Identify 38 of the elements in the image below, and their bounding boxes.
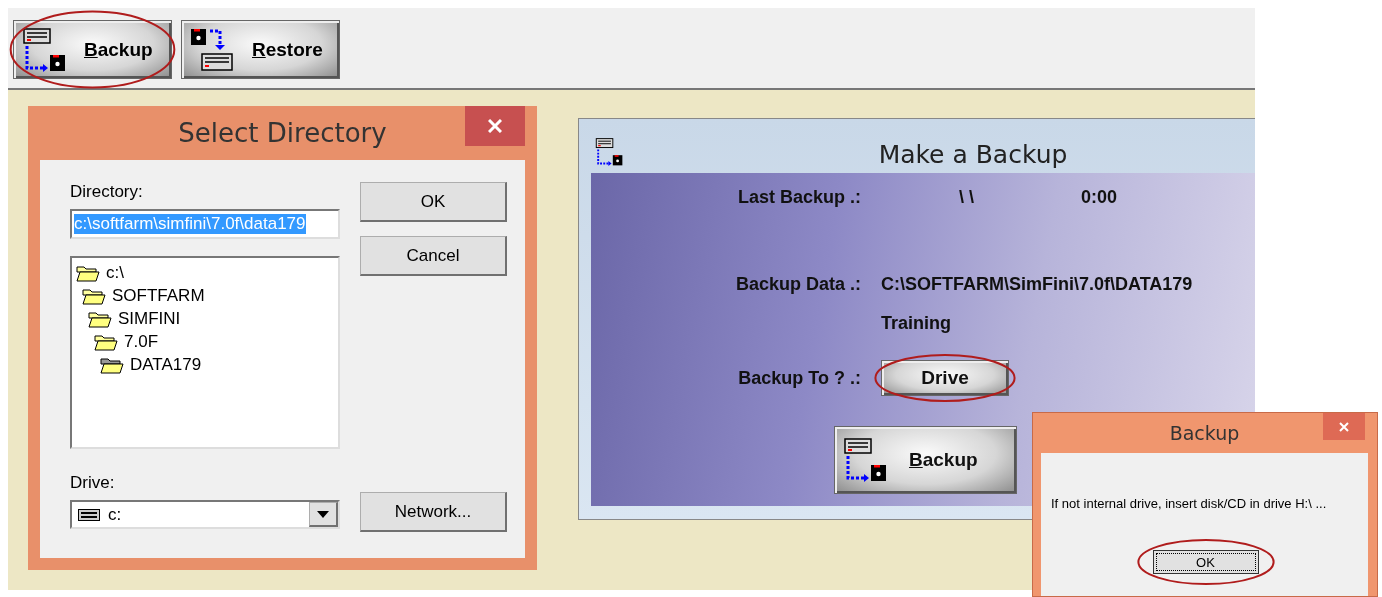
field-label: Backup To ? .:	[737, 367, 861, 389]
drive-icon	[78, 508, 100, 521]
backup-path: C:\SOFTFARM\SimFini\7.0f\DATA179	[880, 274, 1194, 295]
dialog-button[interactable]: OK	[360, 182, 507, 222]
drive-label: Drive:	[70, 473, 116, 493]
drive-to-disk-icon	[843, 437, 887, 482]
directory-label: Directory:	[70, 182, 144, 202]
field-label: Last Backup .:	[736, 186, 861, 208]
drive-value: c:	[108, 504, 122, 525]
last-backup-time: 0:00	[1080, 186, 1119, 208]
folder-name[interactable]: SIMFINI	[118, 308, 181, 329]
dialog-button[interactable]: Cancel	[360, 236, 507, 276]
field-label: Backup Data .:	[734, 274, 861, 295]
drive-to-disk-icon	[22, 27, 66, 72]
toolbar-button[interactable]: Backup	[13, 20, 172, 79]
backup-name: Training	[880, 313, 952, 334]
dialog-title: Select Directory	[177, 117, 388, 148]
message-text: If not internal drive, insert disk/CD in drive H:\ ...	[1051, 496, 1327, 511]
folder-name[interactable]: 7.0F	[124, 331, 159, 352]
close-button[interactable]	[1323, 413, 1365, 440]
window-title: Make a Backup	[877, 138, 1069, 169]
drive-to-disk-icon	[595, 138, 623, 166]
toolbar-button[interactable]: Restore	[181, 20, 340, 79]
folder-name[interactable]: SOFTFARM	[112, 285, 205, 306]
close-icon	[488, 119, 502, 133]
folder-name[interactable]: DATA179	[130, 354, 202, 375]
drive-button[interactable]: Drive	[881, 360, 1009, 396]
network-button[interactable]: Network...	[360, 492, 507, 532]
close-icon	[1339, 421, 1349, 432]
close-button[interactable]	[465, 106, 525, 146]
folder-name[interactable]: c:\	[106, 262, 124, 283]
drive-dropdown[interactable]: c:	[70, 500, 340, 529]
last-backup-date: \ \	[958, 186, 975, 208]
backup-button[interactable]: Backup	[834, 425, 1017, 494]
disk-to-drive-icon	[190, 27, 234, 72]
folder-list[interactable]: c:\ SOFTFARM SIMFINI 7.0F DATA179	[70, 256, 340, 449]
dialog-title: Backup	[1168, 422, 1241, 444]
ok-button[interactable]: OK	[1152, 550, 1259, 574]
